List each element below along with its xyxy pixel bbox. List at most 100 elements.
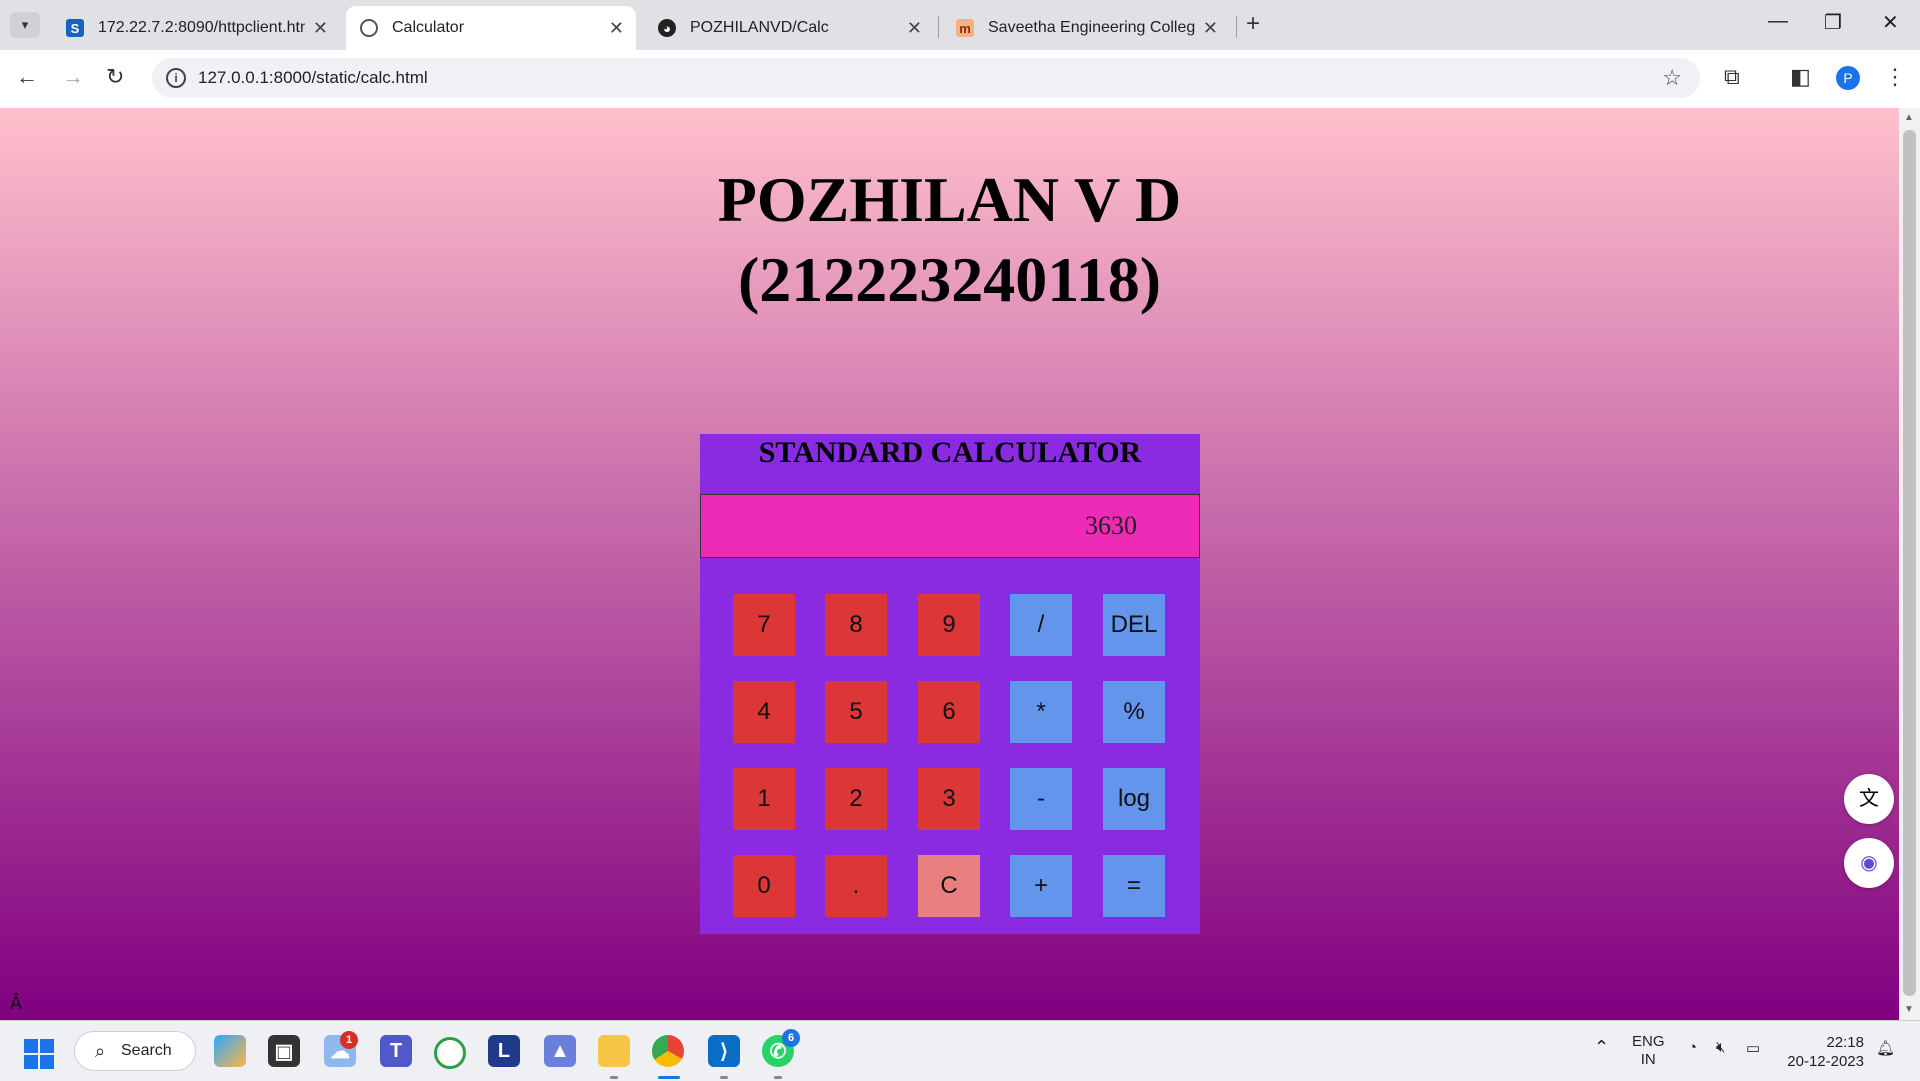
wifi-icon[interactable]: ◔ <box>1688 1039 1697 1056</box>
active-indicator <box>658 1076 680 1079</box>
button-0[interactable]: 0 <box>733 855 795 917</box>
clock[interactable]: 22:18 20-12-2023 <box>1784 1033 1864 1071</box>
button-percent[interactable]: % <box>1103 681 1165 743</box>
id-line: (212223240118) <box>737 244 1162 315</box>
close-icon[interactable]: ✕ <box>609 18 624 39</box>
window-close-icon[interactable]: ✕ <box>1882 10 1899 35</box>
button-log[interactable]: log <box>1103 768 1165 830</box>
region-code: IN <box>1640 1051 1656 1068</box>
extensions-icon[interactable]: ⧉ <box>1724 64 1740 90</box>
site-info-icon[interactable]: i <box>166 68 186 88</box>
moodle-icon: m <box>956 19 974 37</box>
button-4[interactable]: 4 <box>733 681 795 743</box>
side-panel-icon[interactable]: ◧ <box>1790 64 1811 90</box>
search-label: Search <box>121 1042 172 1059</box>
time-text: 22:18 <box>1826 1034 1864 1051</box>
search-icon: ⌕ <box>95 1041 106 1061</box>
profile-avatar[interactable]: P <box>1836 66 1860 90</box>
tab-separator <box>1236 16 1237 38</box>
close-icon[interactable]: ✕ <box>907 18 922 39</box>
task-view-icon[interactable]: ▣ <box>268 1035 300 1067</box>
close-icon[interactable]: ✕ <box>313 18 328 39</box>
calculator: STANDARD CALCULATOR 3630 7 8 9 / DEL 4 5… <box>700 434 1200 934</box>
running-indicator <box>720 1076 728 1079</box>
windows-start-icon[interactable] <box>24 1039 54 1069</box>
browser-toolbar: ← → ↻ i 127.0.0.1:8000/static/calc.html … <box>0 50 1920 109</box>
tab-separator <box>938 16 939 38</box>
copilot-icon[interactable] <box>214 1035 246 1067</box>
calculator-display: 3630 <box>700 494 1200 558</box>
button-add[interactable]: + <box>1010 855 1072 917</box>
calculator-title: STANDARD CALCULATOR <box>758 436 1142 469</box>
tab-github[interactable]: ◕ POZHILANVD/Calc ✕ <box>644 6 934 50</box>
button-2[interactable]: 2 <box>825 768 887 830</box>
tab-title: Saveetha Engineering College: I <box>988 19 1195 36</box>
tab-strip: ▾ S 172.22.7.2:8090/httpclient.html ✕ Ca… <box>0 0 1920 50</box>
button-equals[interactable]: = <box>1103 855 1165 917</box>
scroll-down-icon[interactable]: ▼ <box>1904 1004 1914 1015</box>
arc-app-icon[interactable]: ▲ <box>544 1035 576 1067</box>
tab-title: Calculator <box>392 19 465 36</box>
file-explorer-icon[interactable] <box>598 1035 630 1067</box>
button-divide[interactable]: / <box>1010 594 1072 656</box>
button-9[interactable]: 9 <box>918 594 980 656</box>
language-code: ENG <box>1632 1033 1665 1050</box>
minimize-icon[interactable]: — <box>1768 10 1788 33</box>
address-bar[interactable]: i 127.0.0.1:8000/static/calc.html ☆ <box>152 58 1700 98</box>
tab-httpclient[interactable]: S 172.22.7.2:8090/httpclient.html ✕ <box>52 6 340 50</box>
assistant-icon[interactable]: ◉ <box>1844 838 1894 888</box>
scrollbar-thumb[interactable] <box>1903 130 1916 996</box>
teams-icon[interactable]: T <box>380 1035 412 1067</box>
notification-bell-icon[interactable]: 🔔︎ <box>1876 1039 1895 1057</box>
taskbar-search[interactable]: ⌕ Search <box>74 1031 196 1071</box>
name-line: POZHILAN V D <box>717 164 1182 235</box>
sync-app-icon[interactable] <box>434 1037 466 1069</box>
page-scrollbar[interactable]: ▲ ▼ <box>1899 108 1920 1020</box>
stray-character: Â <box>10 993 23 1013</box>
restore-icon[interactable]: ❐ <box>1824 10 1842 35</box>
notification-badge: 1 <box>340 1031 358 1049</box>
tab-title: 172.22.7.2:8090/httpclient.html <box>98 19 305 36</box>
running-indicator <box>610 1076 618 1079</box>
close-icon[interactable]: ✕ <box>1203 18 1218 39</box>
web-page: POZHILAN V D (212223240118) STANDARD CAL… <box>0 108 1899 1020</box>
back-icon[interactable]: ← <box>16 64 38 90</box>
button-7[interactable]: 7 <box>733 594 795 656</box>
url-text[interactable]: 127.0.0.1:8000/static/calc.html <box>198 68 428 88</box>
notification-badge: 6 <box>782 1029 800 1047</box>
forward-icon[interactable]: → <box>62 64 84 90</box>
translate-icon[interactable]: 文 <box>1844 774 1894 824</box>
s-favicon-icon: S <box>66 19 84 37</box>
globe-icon <box>360 19 378 37</box>
chrome-icon[interactable] <box>652 1035 684 1067</box>
vscode-icon[interactable]: ⟩ <box>708 1035 740 1067</box>
bookmark-star-icon[interactable]: ☆ <box>1662 65 1682 91</box>
volume-muted-icon[interactable]: 🔇︎ <box>1716 1039 1725 1056</box>
tab-saveetha[interactable]: m Saveetha Engineering College: I ✕ <box>942 6 1230 50</box>
button-subtract[interactable]: - <box>1010 768 1072 830</box>
button-multiply[interactable]: * <box>1010 681 1072 743</box>
button-delete[interactable]: DEL <box>1103 594 1165 656</box>
new-tab-icon[interactable]: + <box>1246 10 1260 38</box>
reload-icon[interactable]: ↻ <box>106 64 124 90</box>
button-1[interactable]: 1 <box>733 768 795 830</box>
scroll-up-icon[interactable]: ▲ <box>1904 112 1914 123</box>
running-indicator <box>774 1076 782 1079</box>
battery-icon[interactable]: ▭ <box>1746 1039 1760 1057</box>
button-6[interactable]: 6 <box>918 681 980 743</box>
language-indicator[interactable]: ENG IN <box>1632 1033 1665 1069</box>
tab-search-button[interactable]: ▾ <box>10 12 40 38</box>
button-clear[interactable]: C <box>918 855 980 917</box>
menu-icon[interactable]: ⋮ <box>1884 64 1906 90</box>
chevron-up-icon[interactable]: ⌃ <box>1594 1037 1609 1058</box>
button-3[interactable]: 3 <box>918 768 980 830</box>
github-icon: ◕ <box>658 19 676 37</box>
button-5[interactable]: 5 <box>825 681 887 743</box>
page-title: POZHILAN V D (212223240118) <box>0 160 1899 320</box>
tab-calculator[interactable]: Calculator ✕ <box>346 6 636 50</box>
button-decimal[interactable]: . <box>825 855 887 917</box>
taskbar: ⌕ Search ▣ ☁ 1 T L ▲ ⟩ ✆ 6 ⌃ ENG IN ◔ 🔇︎… <box>0 1020 1920 1081</box>
button-8[interactable]: 8 <box>825 594 887 656</box>
l-app-icon[interactable]: L <box>488 1035 520 1067</box>
date-text: 20-12-2023 <box>1787 1053 1864 1070</box>
